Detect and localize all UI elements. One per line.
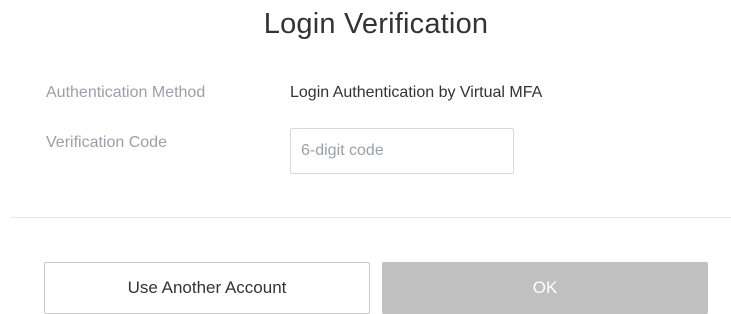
login-verification-dialog: Login Verification Authentication Method… (0, 0, 731, 314)
use-another-account-button[interactable]: Use Another Account (44, 262, 370, 314)
ok-button[interactable]: OK (382, 262, 708, 314)
verification-code-input[interactable] (290, 128, 514, 174)
dialog-title: Login Verification (263, 8, 489, 40)
authentication-method-label: Authentication Method (46, 84, 206, 101)
authentication-method-value: Login Authentication by Virtual MFA (290, 84, 543, 101)
verification-code-label: Verification Code (46, 134, 167, 151)
divider (10, 217, 731, 218)
